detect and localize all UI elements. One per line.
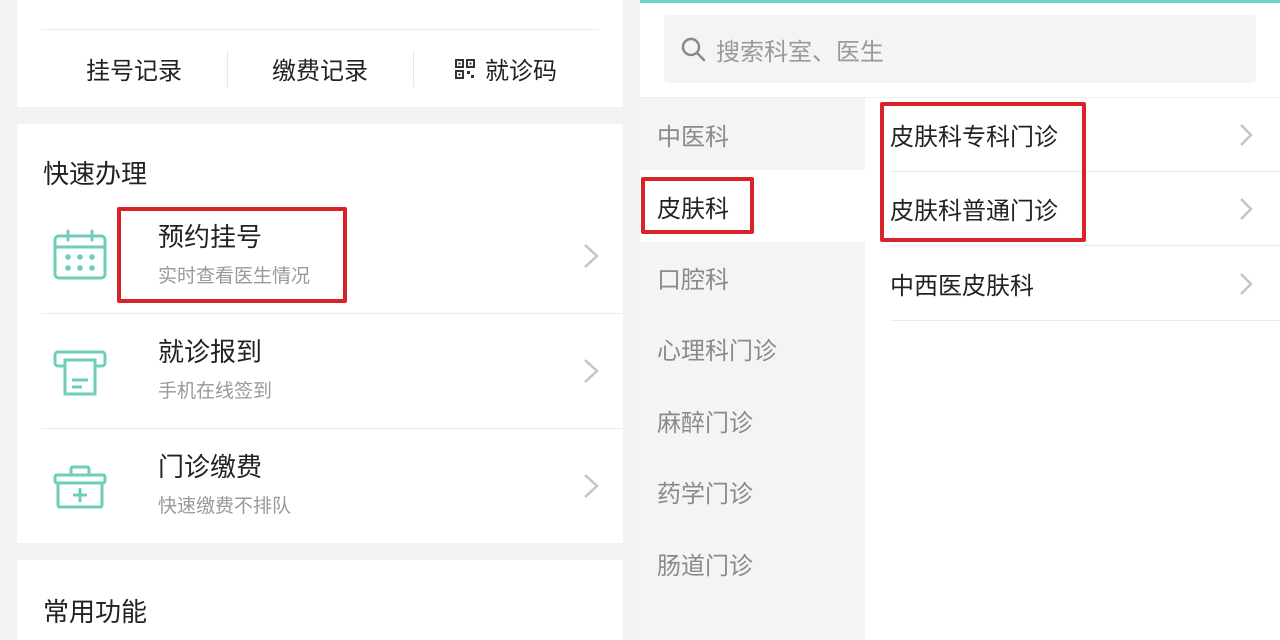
visit-code-link[interactable]: 就诊码 — [413, 30, 599, 107]
appointment-registration-title: 预约挂号 — [158, 223, 263, 253]
records-card: 挂号记录 缴费记录 就诊码 — [17, 0, 623, 107]
quick-links-bar: 挂号记录 缴费记录 就诊码 — [41, 30, 599, 107]
common-functions-card: 常用功能 — [17, 560, 623, 640]
department-label: 中医科 — [657, 122, 729, 151]
appointment-registration-item[interactable]: 预约挂号 实时查看医生情况 — [41, 199, 623, 314]
chevron-right-icon — [1240, 273, 1253, 295]
appointment-registration-subtitle: 实时查看医生情况 — [158, 265, 311, 287]
clinic-item[interactable]: 中西医皮肤科 — [890, 247, 1280, 321]
chevron-right-icon — [584, 474, 599, 498]
department-item-tcm[interactable]: 中医科 — [640, 98, 865, 170]
clinic-item[interactable]: 皮肤科专科门诊 — [890, 98, 1280, 172]
chevron-right-icon — [1240, 124, 1253, 146]
department-item-stomatology[interactable]: 口腔科 — [640, 241, 865, 313]
registration-records-link[interactable]: 挂号记录 — [41, 30, 227, 107]
clinic-item[interactable]: 皮肤科普通门诊 — [890, 172, 1280, 246]
department-item-dermatology[interactable]: 皮肤科 — [640, 170, 865, 242]
department-label: 口腔科 — [657, 265, 729, 294]
quick-handle-title: 快速办理 — [43, 160, 148, 190]
department-label: 麻醉门诊 — [657, 408, 753, 437]
visit-checkin-item[interactable]: 就诊报到 手机在线签到 — [41, 314, 623, 429]
divider — [890, 320, 1280, 321]
payment-records-label: 缴费记录 — [272, 57, 368, 85]
quick-handle-card: 快速办理 预约挂号 实时查看医生情况 就诊报到 手机在线签到 门诊缴费 快速缴费… — [17, 124, 623, 543]
top-accent-bar — [640, 0, 1280, 3]
outpatient-payment-subtitle: 快速缴费不排队 — [158, 495, 292, 517]
search-icon — [681, 37, 706, 62]
department-item-anesthesia[interactable]: 麻醉门诊 — [640, 384, 865, 456]
divider — [890, 245, 1280, 246]
calendar-icon — [53, 229, 107, 280]
department-label: 肠道门诊 — [657, 551, 753, 580]
left-panel: 挂号记录 缴费记录 就诊码 快速办理 预约挂号 实时查看医生情况 就诊报到 手机… — [0, 0, 640, 640]
payment-records-link[interactable]: 缴费记录 — [227, 30, 413, 107]
clinic-label: 中西医皮肤科 — [890, 272, 1034, 300]
registration-records-label: 挂号记录 — [86, 57, 182, 85]
clinic-list: 皮肤科专科门诊 皮肤科普通门诊 中西医皮肤科 — [865, 98, 1280, 640]
department-item-psychology[interactable]: 心理科门诊 — [640, 312, 865, 384]
chevron-right-icon — [1240, 198, 1253, 220]
printer-ticket-icon — [53, 350, 107, 396]
clinic-label: 皮肤科专科门诊 — [890, 123, 1058, 151]
search-placeholder: 搜索科室、医生 — [716, 37, 884, 66]
department-label: 心理科门诊 — [657, 336, 777, 365]
department-label: 皮肤科 — [657, 194, 729, 223]
search-input[interactable]: 搜索科室、医生 — [664, 15, 1256, 83]
outpatient-payment-item[interactable]: 门诊缴费 快速缴费不排队 — [41, 429, 623, 544]
visit-checkin-subtitle: 手机在线签到 — [158, 380, 273, 402]
department-label: 药学门诊 — [657, 479, 753, 508]
chevron-right-icon — [584, 244, 599, 268]
visit-checkin-title: 就诊报到 — [158, 338, 263, 368]
medical-kit-icon — [53, 465, 107, 509]
common-functions-title: 常用功能 — [43, 598, 148, 628]
qr-code-icon — [455, 58, 475, 79]
outpatient-payment-title: 门诊缴费 — [158, 453, 263, 483]
department-list: 中医科 皮肤科 口腔科 心理科门诊 麻醉门诊 药学门诊 肠道门诊 — [640, 98, 865, 640]
department-item-pharmacy[interactable]: 药学门诊 — [640, 455, 865, 527]
right-panel: 搜索科室、医生 中医科 皮肤科 口腔科 心理科门诊 麻醉门诊 药学门诊 肠道门诊… — [640, 0, 1280, 640]
visit-code-label: 就诊码 — [485, 57, 557, 85]
clinic-label: 皮肤科普通门诊 — [890, 197, 1058, 225]
department-item-intestinal[interactable]: 肠道门诊 — [640, 527, 865, 599]
chevron-right-icon — [584, 359, 599, 383]
